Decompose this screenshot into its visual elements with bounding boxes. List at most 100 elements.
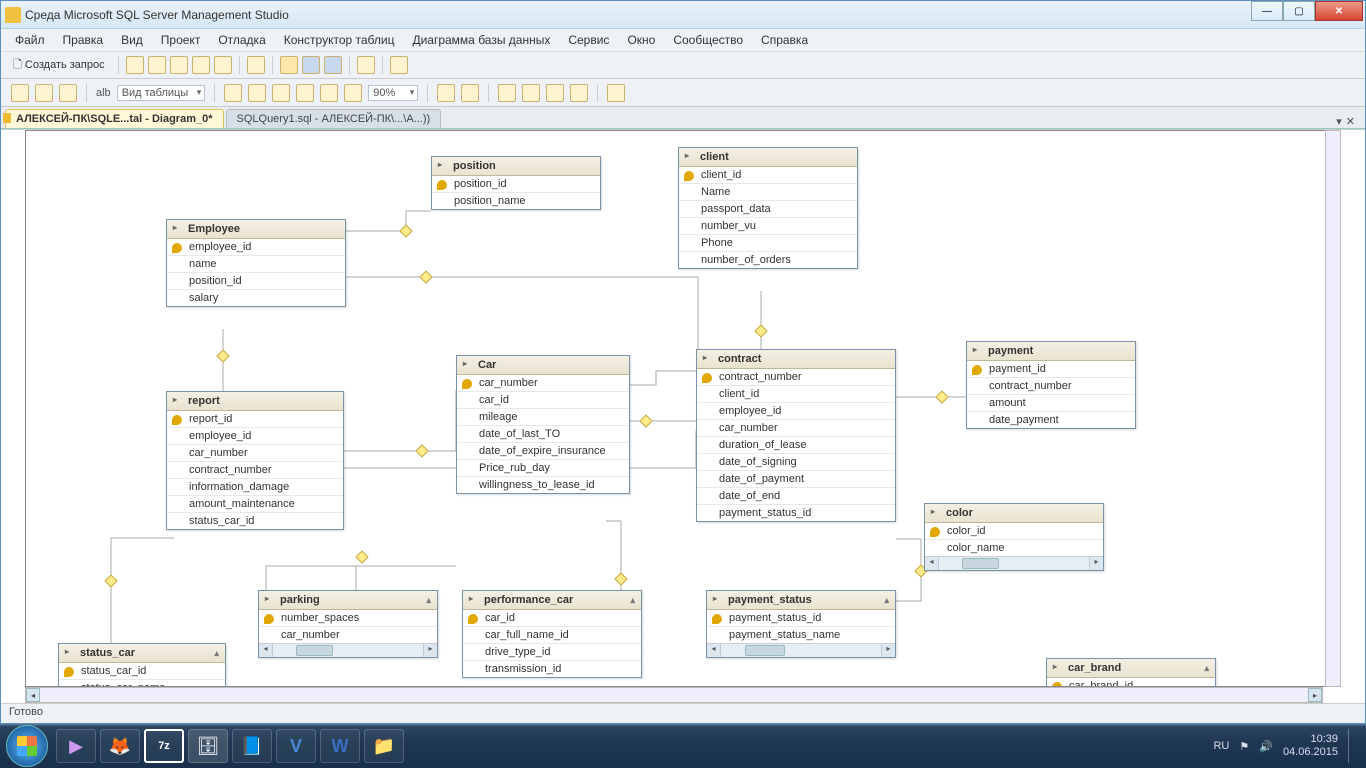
column[interactable]: car_id [457,391,629,408]
tab-diagram[interactable]: АЛЕКСЕЙ-ПК\SQLE...tal - Diagram_0* [5,109,224,128]
tray-clock[interactable]: 10:39 04.06.2015 [1283,733,1338,759]
diagram-canvas[interactable]: ▸Employee employee_id name position_id s… [25,130,1341,687]
column[interactable]: client_id [679,167,857,183]
table-client[interactable]: ▸client client_id Name passport_data num… [678,147,858,269]
toolbar-icon[interactable] [170,56,188,74]
column[interactable]: payment_status_id [707,610,895,626]
column[interactable]: employee_id [167,239,345,255]
horizontal-scrollbar[interactable]: ◂▸ [25,687,1323,703]
tray-sound-icon[interactable]: 🔊 [1259,740,1273,753]
toolbar-icon[interactable] [214,56,232,74]
column[interactable]: name [167,255,345,272]
taskbar-folder[interactable]: 📁 [364,729,404,763]
column[interactable]: status_car_id [59,663,225,679]
table-car-brand[interactable]: ▸car_brand▴ car_brand_id [1046,658,1216,687]
toolbar-icon[interactable] [437,84,455,102]
table-status-car[interactable]: ▸status_car▴ status_car_id status_car_na… [58,643,226,687]
toolbar-icon[interactable] [35,84,53,102]
column[interactable]: salary [167,289,345,306]
show-desktop-button[interactable] [1348,729,1356,763]
menu-view[interactable]: Вид [113,31,151,49]
tray-flag-icon[interactable]: ⚑ [1239,740,1249,753]
minimize-button[interactable]: — [1251,1,1283,21]
column[interactable]: Phone [679,234,857,251]
table-payment-status[interactable]: ▸payment_status▴ payment_status_id payme… [706,590,896,658]
column[interactable]: car_brand_id [1047,678,1215,687]
column[interactable]: car_number [457,375,629,391]
toolbar-icon[interactable] [570,84,588,102]
toolbar-icon[interactable] [192,56,210,74]
column[interactable]: payment_id [967,361,1135,377]
tray-lang[interactable]: RU [1213,740,1229,752]
alb-label[interactable]: alb [96,87,111,99]
taskbar-visio[interactable]: V [276,729,316,763]
column[interactable]: payment_status_id [697,504,895,521]
column[interactable]: employee_id [167,427,343,444]
toolbar-icon[interactable] [607,84,625,102]
menu-edit[interactable]: Правка [55,31,112,49]
toolbar-icon[interactable] [148,56,166,74]
vertical-scrollbar[interactable] [1325,130,1341,687]
menu-window[interactable]: Окно [619,31,663,49]
new-query-button[interactable]: 🗋 Создать запрос [7,54,111,77]
toolbar-icon[interactable] [522,84,540,102]
toolbar-icon[interactable] [126,56,144,74]
column[interactable]: amount [967,394,1135,411]
tab-sqlquery[interactable]: SQLQuery1.sql - АЛЕКСЕЙ-ПК\...\A...)) [226,109,442,128]
column[interactable]: position_id [432,176,600,192]
system-tray[interactable]: RU ⚑ 🔊 10:39 04.06.2015 [1213,729,1360,763]
toolbar-icon[interactable] [224,84,242,102]
taskbar-ssms[interactable]: 🗄 [188,729,228,763]
toolbar-icon[interactable] [390,56,408,74]
column[interactable]: Name [679,183,857,200]
column[interactable]: status_car_id [167,512,343,529]
column[interactable]: car_id [463,610,641,626]
column[interactable]: drive_type_id [463,643,641,660]
column[interactable]: passport_data [679,200,857,217]
toolbar-icon[interactable] [546,84,564,102]
table-position[interactable]: ▸position position_id position_name [431,156,601,210]
view-tables-combo[interactable]: Вид таблицы [117,85,206,101]
menu-table-designer[interactable]: Конструктор таблиц [276,31,403,49]
column[interactable]: contract_number [167,461,343,478]
table-color[interactable]: ▸color color_id color_name ◂▸ [924,503,1104,571]
zoom-combo[interactable]: 90% [368,85,418,101]
column[interactable]: contract_number [967,377,1135,394]
open-icon[interactable] [280,56,298,74]
tabs-dropdown-icon[interactable]: ▾ [1336,115,1342,128]
table-parking[interactable]: ▸parking▴ number_spaces car_number ◂▸ [258,590,438,658]
taskbar-notepad[interactable]: 📘 [232,729,272,763]
column[interactable]: date_of_signing [697,453,895,470]
column[interactable]: car_number [697,419,895,436]
column[interactable]: position_id [167,272,345,289]
column[interactable]: date_of_end [697,487,895,504]
start-button[interactable] [6,725,48,767]
column[interactable]: Price_rub_day [457,459,629,476]
close-button[interactable]: ✕ [1315,1,1363,21]
column[interactable]: position_name [432,192,600,209]
saveall-icon[interactable] [324,56,342,74]
maximize-button[interactable]: ▢ [1283,1,1315,21]
column[interactable]: date_payment [967,411,1135,428]
toolbar-icon[interactable] [296,84,314,102]
column[interactable]: date_of_expire_insurance [457,442,629,459]
toolbar-icon[interactable] [272,84,290,102]
column[interactable]: information_damage [167,478,343,495]
taskbar-app[interactable]: ▶ [56,729,96,763]
column[interactable]: amount_maintenance [167,495,343,512]
table-payment[interactable]: ▸payment payment_id contract_number amou… [966,341,1136,429]
toolbar-icon[interactable] [498,84,516,102]
table-performance-car[interactable]: ▸performance_car▴ car_id car_full_name_i… [462,590,642,678]
column[interactable]: color_id [925,523,1103,539]
toolbar-icon[interactable] [357,56,375,74]
column[interactable]: car_number [259,626,437,643]
column[interactable]: car_number [167,444,343,461]
column[interactable]: status_car_name [59,679,225,687]
toolbar-icon[interactable] [344,84,362,102]
taskbar-word[interactable]: W [320,729,360,763]
menu-file[interactable]: Файл [7,31,53,49]
menu-help[interactable]: Справка [753,31,816,49]
column[interactable]: number_vu [679,217,857,234]
column[interactable]: employee_id [697,402,895,419]
column[interactable]: contract_number [697,369,895,385]
